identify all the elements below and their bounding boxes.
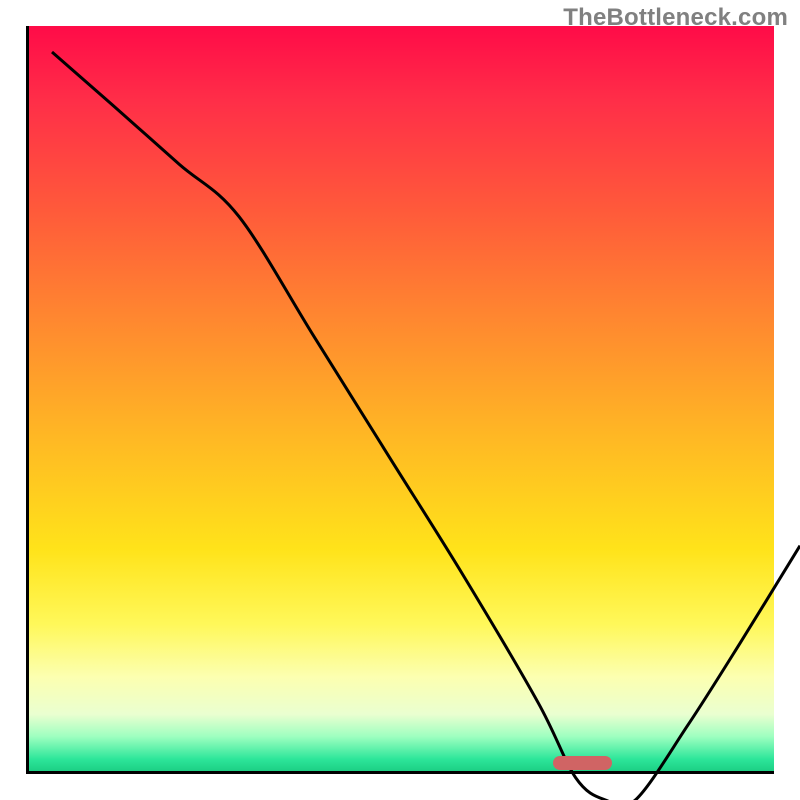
- y-axis: [26, 26, 29, 774]
- curve-path: [52, 52, 800, 800]
- chart-canvas: TheBottleneck.com: [0, 0, 800, 800]
- optimal-marker: [553, 756, 611, 769]
- plot-area: [26, 26, 774, 774]
- x-axis: [26, 771, 774, 774]
- bottleneck-curve: [52, 52, 800, 800]
